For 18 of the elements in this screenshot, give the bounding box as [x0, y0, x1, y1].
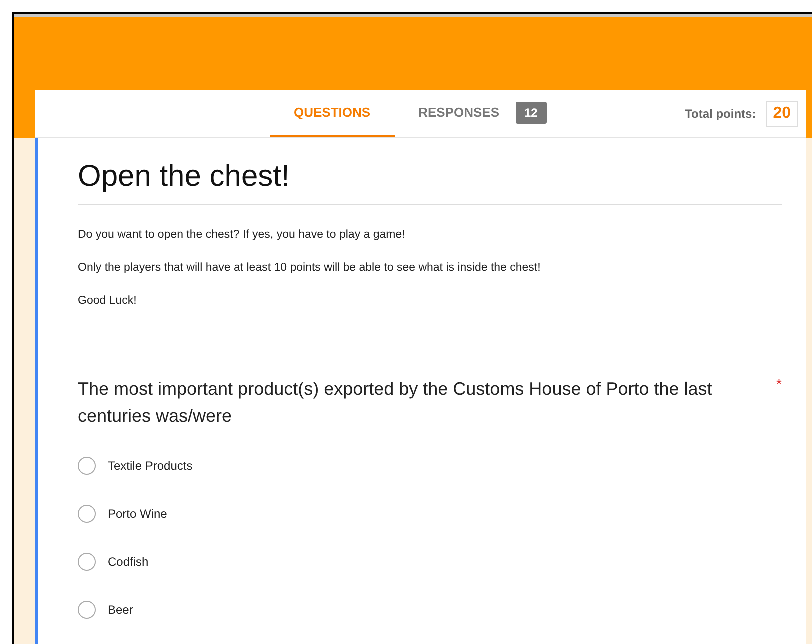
radio-option[interactable]: Codfish: [78, 538, 782, 586]
required-mark: *: [776, 376, 782, 394]
description-line: Only the players that will have at least 10 points will be able to see what is inside the chest!: [78, 261, 542, 276]
tab[interactable]: RESPONSES 12: [394, 90, 571, 137]
radio-option[interactable]: Textile Products: [78, 442, 782, 490]
radio-button[interactable]: [78, 505, 96, 523]
total-points-value: 20: [766, 100, 798, 126]
radio-button[interactable]: [78, 553, 96, 571]
question-text: The most important product(s) exported by the Customs House of Porto the last centuries was/were: [78, 378, 714, 428]
radio-option[interactable]: Porto Wine: [78, 490, 782, 538]
radio-button[interactable]: [78, 457, 96, 475]
count-badge: 12: [516, 102, 547, 124]
description-line: Do you want to open the chest? If yes, you have to play a game!: [78, 228, 406, 243]
total-points-label: Total points:: [685, 106, 756, 120]
form-title: Open the chest!: [78, 138, 782, 205]
radio-button[interactable]: [78, 601, 96, 619]
radio-option[interactable]: Beer: [78, 586, 782, 634]
description-line: Good Luck!: [78, 294, 138, 309]
